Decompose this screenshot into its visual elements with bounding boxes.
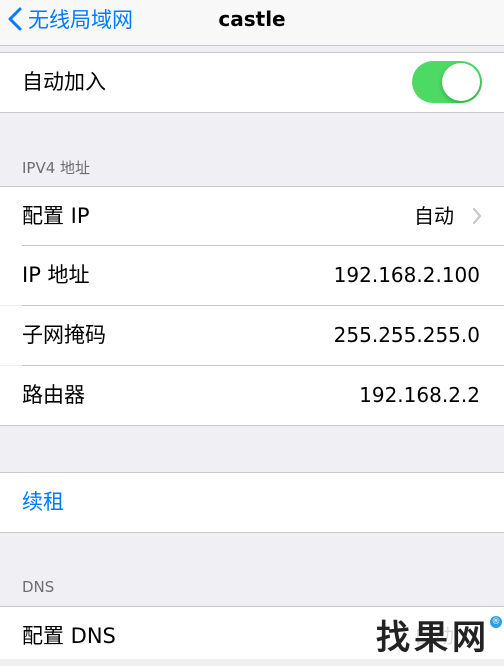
renew-lease-button[interactable]: 续租	[22, 473, 64, 532]
auto-join-row: 自动加入	[0, 53, 504, 112]
subnet-mask-label: 子网掩码	[22, 323, 106, 347]
back-button-label: 无线局域网	[28, 8, 133, 32]
configure-ip-row[interactable]: 配置 IP 自动	[0, 187, 504, 246]
ip-address-value: 192.168.2.100	[333, 263, 480, 287]
toggle-knob	[442, 63, 480, 101]
chevron-right-icon	[472, 207, 482, 225]
subnet-mask-value: 255.255.255.0	[333, 323, 480, 347]
auto-join-toggle[interactable]	[412, 61, 482, 103]
group-bottom-border	[0, 425, 504, 426]
back-button[interactable]: 无线局域网	[8, 0, 133, 38]
configure-dns-label: 配置 DNS	[22, 624, 116, 648]
router-label: 路由器	[22, 383, 85, 407]
renew-lease-row[interactable]: 续租	[0, 473, 504, 532]
auto-join-label: 自动加入	[22, 70, 106, 94]
ip-address-row: IP 地址 192.168.2.100	[0, 246, 504, 305]
subnet-mask-row: 子网掩码 255.255.255.0	[0, 306, 504, 365]
group-bottom-border	[0, 532, 504, 533]
router-row: 路由器 192.168.2.2	[0, 366, 504, 425]
configure-ip-label: 配置 IP	[22, 204, 90, 228]
watermark-logo: 找果网	[366, 612, 500, 658]
dns-section-header: DNS	[22, 578, 55, 596]
ip-address-label: IP 地址	[22, 263, 90, 287]
registered-mark-icon: ®	[490, 616, 502, 628]
navigation-bar: 无线局域网 castle	[0, 0, 504, 46]
group-bottom-border	[0, 112, 504, 113]
router-value: 192.168.2.2	[359, 383, 480, 407]
configure-ip-value: 自动	[414, 204, 454, 228]
chevron-left-icon	[8, 7, 22, 31]
ipv4-section-header: IPV4 地址	[22, 159, 91, 177]
